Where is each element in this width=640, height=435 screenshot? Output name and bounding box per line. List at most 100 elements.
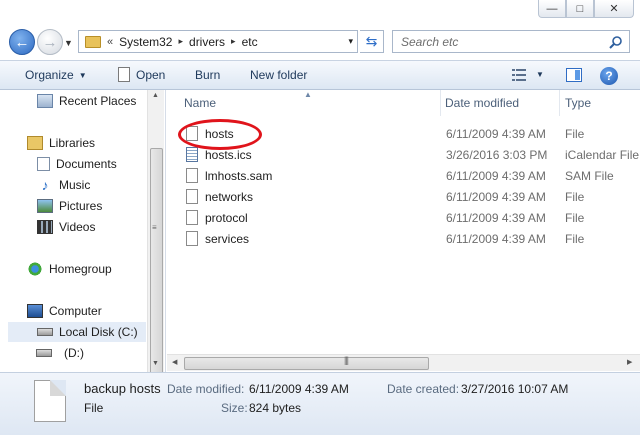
scrollbar-thumb[interactable]	[150, 148, 163, 374]
scroll-left-icon[interactable]: ◀	[172, 358, 177, 366]
file-icon	[186, 231, 198, 246]
details-created-label: Date created:	[387, 382, 460, 396]
address-overflow-chevron[interactable]: «	[107, 36, 113, 48]
nav-item-drive-d[interactable]: (D:)	[36, 343, 84, 363]
breadcrumb-separator-icon[interactable]: ▸	[178, 36, 183, 47]
refresh-icon: ⇆	[365, 33, 378, 49]
column-header-name[interactable]: Name	[184, 90, 440, 116]
nav-item-homegroup[interactable]: Homegroup	[27, 259, 112, 279]
breadcrumb-system32[interactable]: System32	[119, 35, 172, 49]
horizontal-scrollbar[interactable]: ◀ ||| ▶	[167, 354, 640, 371]
title-bar: — □ ✕	[0, 0, 640, 26]
scroll-up-icon[interactable]: ▲	[152, 92, 159, 99]
recent-pages-dropdown[interactable]: ▼	[64, 38, 73, 48]
documents-icon	[37, 157, 50, 171]
open-button[interactable]: Open	[118, 66, 166, 82]
homegroup-icon	[27, 262, 43, 276]
nav-item-libraries[interactable]: Libraries	[27, 133, 95, 153]
file-row-networks[interactable]: networks 6/11/2009 4:39 AM File	[167, 186, 640, 207]
command-bar: Organize ▼ Open Burn New folder ▼ ?	[0, 60, 640, 90]
videos-icon	[37, 220, 53, 234]
new-folder-label: New folder	[250, 68, 308, 82]
file-type: File	[565, 232, 585, 246]
new-folder-button[interactable]: New folder	[250, 68, 307, 82]
document-icon	[118, 66, 130, 82]
scroll-right-icon[interactable]: ▶	[627, 358, 632, 366]
view-options-chevron-icon[interactable]: ▼	[536, 70, 544, 79]
search-input[interactable]	[399, 33, 599, 50]
nav-item-label: Homegroup	[49, 262, 112, 276]
folder-icon	[85, 35, 101, 48]
minimize-button[interactable]: —	[538, 0, 566, 18]
close-button[interactable]: ✕	[594, 0, 634, 18]
details-created-value: 3/27/2016 10:07 AM	[461, 382, 569, 396]
file-name: services	[205, 232, 250, 246]
breadcrumb-drivers[interactable]: drivers	[189, 35, 225, 49]
file-icon	[186, 168, 198, 183]
file-date-modified: 6/11/2009 4:39 AM	[446, 169, 546, 183]
file-type: File	[565, 190, 585, 204]
nav-item-computer[interactable]: Computer	[27, 301, 102, 321]
column-divider[interactable]	[440, 90, 441, 116]
column-header-type[interactable]: Type	[565, 90, 640, 116]
burn-button[interactable]: Burn	[195, 68, 220, 82]
forward-arrow-icon: →	[42, 33, 58, 51]
scrollbar-grip-icon: |||	[344, 355, 349, 365]
file-row-services[interactable]: services 6/11/2009 4:39 AM File	[167, 228, 640, 249]
burn-label: Burn	[195, 68, 221, 82]
nav-item-label: Computer	[49, 304, 102, 318]
nav-item-pictures[interactable]: Pictures	[37, 196, 102, 216]
address-bar[interactable]: « System32 ▸ drivers ▸ etc ▾	[78, 30, 358, 53]
search-box[interactable]	[392, 30, 630, 53]
details-modified-label: Date modified:	[167, 382, 245, 396]
file-icon	[186, 189, 198, 204]
scrollbar-grip-icon: ≡	[152, 223, 157, 232]
column-header-date-modified[interactable]: Date modified	[445, 90, 560, 116]
help-icon[interactable]: ?	[600, 67, 618, 85]
file-name: lmhosts.sam	[205, 169, 273, 183]
navigation-pane: Recent Places Libraries Documents ♪ Musi…	[0, 90, 166, 374]
back-button[interactable]: ←	[9, 29, 35, 55]
nav-item-label: Documents	[56, 157, 117, 171]
open-label: Open	[136, 68, 166, 82]
window-controls: — □ ✕	[538, 0, 634, 18]
forward-button[interactable]: →	[37, 29, 63, 55]
file-type: File	[565, 127, 585, 141]
nav-item-label: Libraries	[49, 136, 96, 150]
details-size-label: Size:	[221, 401, 248, 415]
address-dropdown-icon[interactable]: ▾	[348, 36, 353, 47]
nav-item-label: Recent Places	[59, 94, 137, 108]
file-row-protocol[interactable]: protocol 6/11/2009 4:39 AM File	[167, 207, 640, 228]
libraries-icon	[27, 136, 43, 150]
nav-item-music[interactable]: ♪ Music	[37, 175, 91, 195]
file-date-modified: 6/11/2009 4:39 AM	[446, 211, 546, 225]
scrollbar-thumb[interactable]	[184, 357, 429, 370]
change-view-icon[interactable]	[512, 69, 526, 81]
nav-item-local-disk-c[interactable]: Local Disk (C:)	[8, 322, 146, 342]
file-date-modified: 6/11/2009 4:39 AM	[446, 127, 546, 141]
nav-item-documents[interactable]: Documents	[37, 154, 117, 174]
nav-item-videos[interactable]: Videos	[37, 217, 95, 237]
details-pane: backup hosts File Date modified: 6/11/20…	[0, 372, 640, 435]
search-icon[interactable]	[609, 35, 623, 49]
nav-item-label: Videos	[59, 220, 96, 234]
details-size-value: 824 bytes	[249, 401, 302, 415]
navigation-scrollbar[interactable]: ▲ ≡ ▼	[147, 90, 164, 374]
organize-button[interactable]: Organize ▼	[25, 68, 87, 82]
details-file-kind: File	[84, 401, 104, 415]
file-row-lmhosts-sam[interactable]: lmhosts.sam 6/11/2009 4:39 AM SAM File	[167, 165, 640, 186]
scroll-down-icon[interactable]: ▼	[152, 360, 159, 367]
recent-places-icon	[37, 94, 53, 108]
pictures-icon	[37, 199, 53, 213]
nav-item-recent-places[interactable]: Recent Places	[37, 91, 136, 111]
column-header-label: Name	[184, 96, 217, 110]
file-date-modified: 3/26/2016 3:03 PM	[446, 148, 548, 162]
breadcrumb-separator-icon[interactable]: ▸	[231, 36, 236, 47]
details-file-name: backup hosts	[84, 381, 161, 396]
breadcrumb-etc[interactable]: etc	[242, 35, 258, 49]
refresh-button[interactable]: ⇆	[360, 30, 384, 53]
calendar-file-icon	[186, 147, 198, 162]
column-divider[interactable]	[559, 90, 560, 116]
preview-pane-icon[interactable]	[566, 68, 582, 82]
maximize-button[interactable]: □	[566, 0, 594, 18]
